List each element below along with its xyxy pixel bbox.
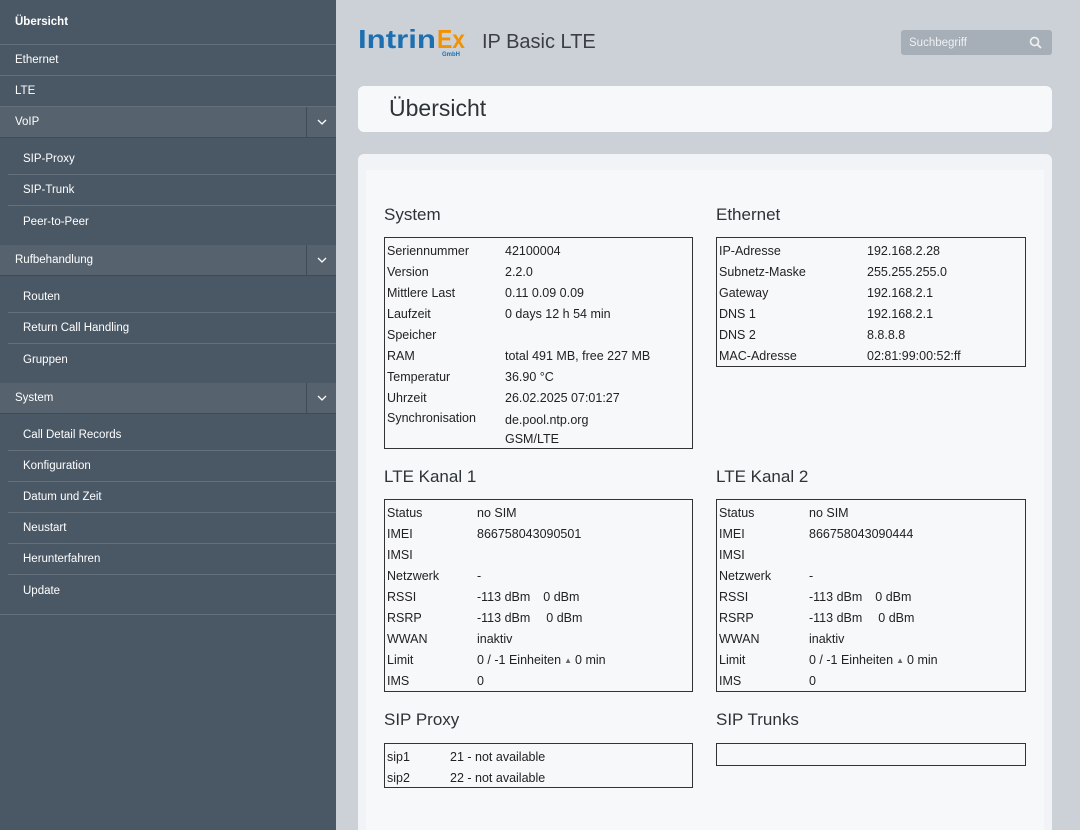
sync-source: GSM/LTE (505, 432, 559, 446)
sidebar-item-return-call-handling[interactable]: Return Call Handling (8, 313, 336, 344)
ethernet-title: Ethernet (716, 205, 781, 224)
sidebar-item-neustart[interactable]: Neustart (8, 513, 336, 544)
sidebar-section-label: Rufbehandlung (15, 254, 94, 266)
search-icon[interactable] (1029, 36, 1042, 49)
sidebar-section-system[interactable]: System (0, 382, 336, 414)
sip-trunks-table (716, 743, 1026, 766)
lte1-title: LTE Kanal 1 (384, 467, 477, 486)
table-row: IMEI 866758043090444 (719, 526, 914, 541)
svg-text:Ex: Ex (437, 26, 465, 54)
table-row: IMSI (387, 547, 413, 562)
table-row: DNS 1 192.168.2.1 (719, 306, 934, 321)
table-row: Uhrzeit 26.02.2025 07:01:27 (387, 390, 620, 405)
table-row: Speicher (387, 327, 437, 342)
table-row: DNS 2 8.8.8.8 (719, 327, 906, 342)
table-row: sip1 21 - not available (387, 749, 546, 764)
search-box[interactable] (901, 30, 1052, 55)
chevron-down-icon[interactable] (306, 382, 336, 414)
table-row: Laufzeit 0 days 12 h 54 min (387, 306, 611, 321)
page-title-card: Übersicht (358, 86, 1052, 132)
sidebar-section-voip[interactable]: VoIP (0, 106, 336, 138)
sidebar-section-rufbehandlung[interactable]: Rufbehandlung (0, 244, 336, 276)
sidebar-section-label: VoIP (15, 116, 40, 128)
sip-trunks-title: SIP Trunks (716, 710, 799, 729)
table-row: RSSI -113 dBm 0 dBm (387, 589, 580, 604)
sidebar-item-gruppen[interactable]: Gruppen (8, 344, 336, 375)
intrinex-logo[interactable]: Intrin Ex GmbH (358, 24, 466, 58)
table-row: Status no SIM (387, 505, 517, 520)
sidebar-item-uebersicht[interactable]: Übersicht (0, 0, 336, 45)
svg-text:Intrin: Intrin (358, 26, 436, 54)
table-row: RSRP -113 dBm 0 dBm (387, 610, 583, 625)
table-row: IP-Adresse 192.168.2.28 (719, 243, 940, 258)
sidebar-item-sip-trunk[interactable]: SIP-Trunk (8, 175, 336, 206)
table-row: Version 2.2.0 (387, 264, 533, 279)
table-row: IMEI 866758043090501 (387, 526, 582, 541)
page-title: Übersicht (389, 95, 487, 121)
sidebar-item-call-detail-records[interactable]: Call Detail Records (8, 420, 336, 451)
sidebar-item-ethernet[interactable]: Ethernet (0, 45, 336, 76)
table-row: Limit 0 / -1 Einheiten ▲ 0 min (719, 652, 938, 667)
sync-server: de.pool.ntp.org (505, 413, 589, 427)
table-row: Netzwerk - (719, 568, 814, 583)
sidebar-item-sip-proxy[interactable]: SIP-Proxy (8, 144, 336, 175)
table-row: WWAN inaktiv (387, 631, 513, 646)
bell-icon: ▲ (564, 655, 573, 665)
table-row: Temperatur 36.90 °C (387, 369, 554, 384)
table-row: RAM total 491 MB, free 227 MB (387, 348, 651, 363)
app-title: IP Basic LTE (482, 31, 596, 53)
sidebar-item-peer-to-peer[interactable]: Peer-to-Peer (8, 206, 336, 237)
sidebar-item-update[interactable]: Update (8, 575, 336, 606)
table-row: Netzwerk - (387, 568, 482, 583)
table-row: WWAN inaktiv (719, 631, 845, 646)
overview-panel: System Seriennummer 42100004 Version 2.2.0… (366, 170, 1044, 830)
ethernet-table: IP-Adresse 192.168.2.28 Subnetz-Maske 255.… (716, 237, 1026, 367)
sip-proxy-title: SIP Proxy (384, 710, 460, 729)
table-row: Limit 0 / -1 Einheiten ▲ 0 min (387, 652, 606, 667)
lte2-title: LTE Kanal 2 (716, 467, 809, 486)
sidebar-item-datum-und-zeit[interactable]: Datum und Zeit (8, 482, 336, 513)
overview-card: System Seriennummer 42100004 Version 2.2.0… (358, 154, 1052, 830)
sidebar-item-konfiguration[interactable]: Konfiguration (8, 451, 336, 482)
table-row: Mittlere Last 0.11 0.09 0.09 (387, 285, 585, 300)
sidebar-section-label: System (15, 392, 54, 404)
table-row: Synchronisation de.pool.ntp.org GSM/LTE (387, 411, 589, 446)
table-row: Gateway 192.168.2.1 (719, 285, 934, 300)
search-input[interactable] (909, 36, 1019, 49)
table-row: IMS 0 (387, 673, 484, 688)
sidebar-item-routen[interactable]: Routen (8, 282, 336, 313)
table-row: Subnetz-Maske 255.255.255.0 (719, 264, 947, 279)
table-row: RSSI -113 dBm 0 dBm (719, 589, 912, 604)
chevron-down-icon[interactable] (306, 106, 336, 138)
lte2-table: Status no SIM IMEI 866758043090444 IMSI Ne… (716, 499, 1026, 692)
table-row: Seriennummer 42100004 (387, 243, 561, 258)
table-row: RSRP -113 dBm 0 dBm (719, 610, 915, 625)
table-row: Status no SIM (719, 505, 849, 520)
table-row: MAC-Adresse 02:81:99:00:52:ff (719, 348, 961, 363)
lte1-table: Status no SIM IMEI 866758043090501 IMSI Ne… (384, 499, 693, 692)
bell-icon: ▲ (896, 655, 905, 665)
sidebar: Übersicht Ethernet LTE VoIP SIP-Proxy SI… (0, 0, 336, 830)
sidebar-item-lte[interactable]: LTE (0, 76, 336, 107)
system-title: System (384, 205, 441, 224)
table-row: IMSI (719, 547, 745, 562)
sidebar-item-herunterfahren[interactable]: Herunterfahren (8, 544, 336, 575)
chevron-down-icon[interactable] (306, 244, 336, 276)
system-table: Seriennummer 42100004 Version 2.2.0 Mittle… (384, 237, 693, 449)
table-row: IMS 0 (719, 673, 816, 688)
svg-text:GmbH: GmbH (442, 52, 460, 58)
sip-proxy-table: sip1 21 - not available sip2 22 - not avai… (384, 743, 693, 788)
table-row: sip2 22 - not available (387, 770, 546, 785)
